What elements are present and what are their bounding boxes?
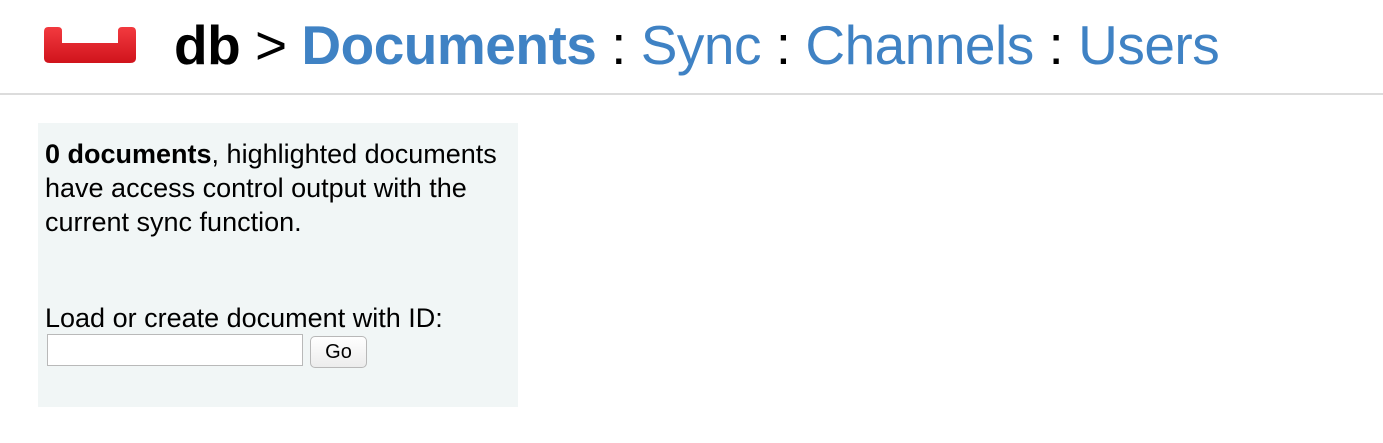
nav-documents-link[interactable]: Documents [301, 14, 597, 76]
nav-separator: : [1048, 14, 1064, 76]
nav-channels-link[interactable]: Channels [805, 14, 1034, 76]
breadcrumb-nav: db > Documents : Sync : Channels : Users [174, 10, 1220, 80]
nav-users-link[interactable]: Users [1078, 14, 1220, 76]
breadcrumb-separator: > [254, 14, 287, 76]
couchbase-logo-icon[interactable] [42, 25, 138, 65]
go-button[interactable]: Go [310, 336, 367, 368]
nav-separator: : [775, 14, 791, 76]
documents-sidebar: 0 documents, highlighted documents have … [38, 123, 518, 407]
documents-summary: 0 documents, highlighted documents have … [45, 137, 497, 239]
document-id-input[interactable] [47, 334, 303, 366]
nav-sync-link[interactable]: Sync [641, 14, 762, 76]
db-name: db [174, 14, 241, 76]
document-count: 0 documents [45, 139, 212, 169]
load-document-label: Load or create document with ID: [45, 303, 443, 333]
header: db > Documents : Sync : Channels : Users [0, 0, 1383, 95]
nav-separator: : [611, 14, 626, 76]
